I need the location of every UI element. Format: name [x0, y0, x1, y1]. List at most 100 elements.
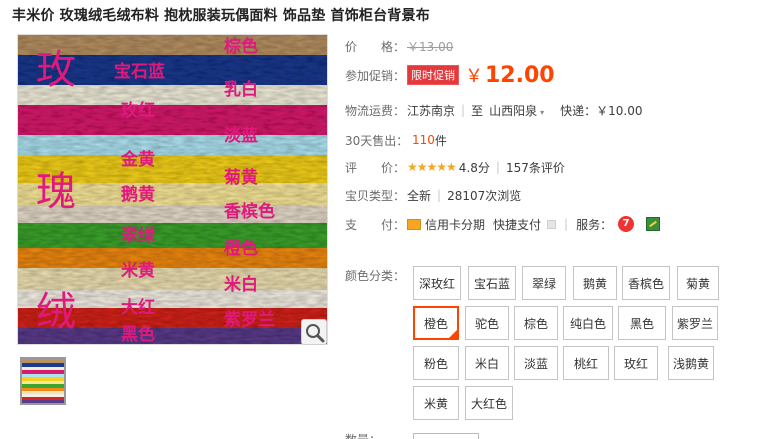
product-title: 丰米价 玫瑰绒毛绒布料 抱枕服装玩偶面料 饰品垫 首饰柜台背景布 [12, 8, 430, 24]
big-char-3: 绒 [36, 289, 76, 335]
divider: | [437, 188, 442, 202]
color-option-label: 深玫红 [419, 276, 456, 291]
color-option[interactable]: 棕色 [514, 306, 558, 340]
img-label-left: 大红 [121, 297, 155, 318]
img-label-left: 米黄 [121, 260, 155, 281]
color-option[interactable]: 橙色 [413, 306, 459, 340]
color-option-label: 米白 [474, 356, 499, 371]
color-option-label: 纯白色 [570, 316, 607, 331]
guarantee-icon[interactable] [646, 217, 661, 231]
product-main-image[interactable]: 玫 瑰 绒 宝石蓝 玫红 金黄 鹅黄 翠绿 米黄 大红 黑色 棕色 乳白 淡蓝 … [17, 34, 328, 345]
payment-row: 支 付： 信用卡分期 快捷支付 | 服务： 7 [345, 214, 661, 234]
rating-stars-icon: ★★★★★ [407, 160, 457, 174]
color-option-label: 鹅黄 [582, 276, 607, 291]
quantity-input[interactable] [413, 433, 479, 439]
installment-option[interactable]: 信用卡分期 [425, 216, 485, 233]
original-price: ￥13.00 [407, 39, 454, 54]
promo-badge: 限时促销 [407, 65, 459, 85]
img-label-left: 金黄 [120, 149, 155, 170]
quick-pay-option[interactable]: 快捷支付 [493, 216, 541, 233]
fabric-swatch-image: 玫 瑰 绒 宝石蓝 玫红 金黄 鹅黄 翠绿 米黄 大红 黑色 棕色 乳白 淡蓝 … [18, 35, 327, 345]
divider: | [495, 160, 500, 174]
color-option[interactable]: 鹅黄 [573, 266, 617, 300]
promo-price: 12.00 [485, 62, 555, 88]
color-option-label: 大红色 [471, 396, 508, 411]
color-option[interactable]: 大红色 [465, 386, 513, 420]
color-option[interactable]: 桃红 [563, 346, 609, 380]
sold-count: 110 [412, 133, 435, 147]
color-option[interactable]: 米黄 [413, 386, 459, 420]
color-option-label: 黑色 [629, 316, 654, 331]
rating-label: 评 价： [345, 160, 406, 175]
img-label-right: 橙色 [224, 238, 258, 259]
color-option-label: 桃红 [573, 356, 598, 371]
color-label: 颜色分类： [345, 269, 406, 283]
img-label-right: 菊黄 [224, 167, 258, 188]
color-option[interactable]: 紫罗兰 [672, 306, 718, 340]
color-option-label: 宝石蓝 [474, 276, 511, 291]
shipping-fee-label: 快递： [560, 103, 597, 118]
color-option[interactable]: 深玫红 [413, 266, 461, 300]
thumbnail-1[interactable] [20, 357, 66, 405]
shipping-fee: ￥10.00 [596, 103, 643, 118]
color-option[interactable]: 玫红 [614, 346, 658, 380]
color-option[interactable]: 浅鹅黄 [668, 346, 714, 380]
img-label-right: 乳白 [224, 79, 258, 100]
promo-currency: ￥ [465, 66, 483, 87]
rating-score: 4.8分 [458, 160, 490, 175]
color-option[interactable]: 纯白色 [563, 306, 613, 340]
color-option-label: 翠绿 [531, 276, 556, 291]
payment-label: 支 付： [345, 217, 406, 232]
img-label-left: 翠绿 [121, 225, 156, 246]
credit-card-icon [407, 218, 421, 230]
img-label-left: 黑色 [121, 324, 155, 345]
view-count: 28107次浏览 [447, 188, 522, 203]
color-option[interactable]: 米白 [465, 346, 509, 380]
zoom-button[interactable] [301, 319, 327, 345]
price-row: 价 格： ￥13.00 [345, 36, 453, 56]
img-label-right: 米白 [224, 274, 258, 295]
color-option[interactable]: 菊黄 [677, 266, 719, 300]
selected-check-icon [448, 329, 458, 339]
color-option[interactable]: 淡蓝 [514, 346, 558, 380]
img-label-left: 鹅黄 [121, 184, 155, 205]
expand-icon[interactable] [547, 219, 557, 229]
promo-label: 参加促销： [345, 68, 406, 83]
reviews-link[interactable]: 157条评价 [506, 159, 565, 176]
type-row: 宝贝类型： 全新 | 28107次浏览 [345, 185, 521, 205]
promo-row: 参加促销： 限时促销 ￥ 12.00 [345, 62, 555, 88]
sold-unit: 件 [434, 133, 447, 148]
price-label: 价 格： [345, 39, 406, 54]
color-option-label: 棕色 [523, 316, 548, 331]
ship-to-value: 山西阳泉 [489, 103, 538, 118]
sold-label: 30天售出： [345, 133, 409, 148]
img-label-right: 紫罗兰 [224, 309, 275, 330]
color-option[interactable]: 宝石蓝 [468, 266, 516, 300]
color-option-label: 驼色 [474, 316, 499, 331]
ship-to-prefix: 至 [471, 103, 484, 118]
ship-from: 江苏南京 [407, 103, 456, 118]
big-char-2: 瑰 [36, 169, 76, 215]
img-label-right: 棕色 [224, 36, 258, 57]
thumbnail-image [22, 359, 64, 403]
seven-day-return-icon[interactable]: 7 [618, 216, 635, 232]
color-option-label: 米黄 [423, 396, 448, 411]
quantity-label: 数量： [345, 431, 381, 439]
color-option[interactable]: 香槟色 [622, 266, 670, 300]
img-label-left: 宝石蓝 [114, 61, 165, 82]
rating-row: 评 价： ★★★★★ 4.8分 | 157条评价 [345, 157, 565, 177]
color-option-label: 玫红 [623, 356, 648, 371]
img-label-left: 玫红 [121, 100, 155, 121]
color-option[interactable]: 粉色 [413, 346, 459, 380]
color-option-label: 淡蓝 [523, 356, 548, 371]
sold-row: 30天售出： 110 件 [345, 130, 447, 150]
ship-to-select[interactable]: 山西阳泉 ▾ [489, 102, 544, 119]
item-condition: 全新 [407, 188, 432, 203]
img-label-right: 淡蓝 [224, 126, 258, 146]
color-option-label: 紫罗兰 [677, 316, 714, 331]
color-option[interactable]: 黑色 [618, 306, 666, 340]
big-char-1: 玫 [36, 47, 76, 93]
color-option[interactable]: 驼色 [465, 306, 509, 340]
color-option-label: 橙色 [423, 316, 448, 331]
color-option[interactable]: 翠绿 [522, 266, 566, 300]
